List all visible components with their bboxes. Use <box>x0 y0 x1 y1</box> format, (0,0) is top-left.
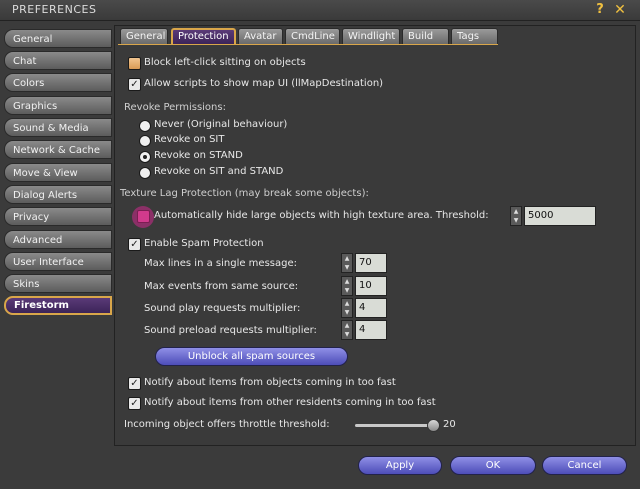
notify-residents-checkbox[interactable]: ✓ <box>128 397 141 410</box>
max-events-label: Max events from same source: <box>144 281 299 292</box>
sidebar-item-network-cache[interactable]: Network & Cache <box>4 140 112 159</box>
sidebar-item-skins[interactable]: Skins <box>4 274 112 293</box>
sidebar-item-user-interface[interactable]: User Interface <box>4 252 112 271</box>
spin-up-icon[interactable]: ▲ <box>342 299 352 308</box>
sidebar-item-advanced[interactable]: Advanced <box>4 230 112 249</box>
spin-down-icon[interactable]: ▼ <box>342 263 352 272</box>
max-lines-spinner[interactable]: ▲ ▼ <box>341 253 353 273</box>
ok-button[interactable]: OK <box>450 456 536 475</box>
spin-down-icon[interactable]: ▼ <box>342 330 352 339</box>
max-lines-label: Max lines in a single message: <box>144 258 297 269</box>
title-bar: PREFERENCES ? ✕ <box>0 0 640 21</box>
tab-build[interactable]: Build <box>402 28 449 44</box>
tab-cmdline[interactable]: CmdLine <box>285 28 340 44</box>
tab-avatar[interactable]: Avatar <box>238 28 283 44</box>
apply-button[interactable]: Apply <box>358 456 442 475</box>
throttle-slider-track[interactable] <box>355 424 435 427</box>
spam-protection-label: Enable Spam Protection <box>144 238 264 249</box>
throttle-value: 20 <box>443 419 456 430</box>
throttle-label: Incoming object offers throttle threshol… <box>124 419 330 430</box>
sidebar-item-graphics[interactable]: Graphics <box>4 96 112 115</box>
notify-objects-checkbox[interactable]: ✓ <box>128 377 141 390</box>
allow-map-label: Allow scripts to show map UI (llMapDesti… <box>144 78 384 89</box>
threshold-spinner[interactable]: ▲ ▼ <box>510 206 522 226</box>
allow-map-checkbox[interactable]: ✓ <box>128 78 141 91</box>
spin-up-icon[interactable]: ▲ <box>342 321 352 330</box>
texture-hide-checkbox[interactable] <box>137 210 150 223</box>
spin-down-icon[interactable]: ▼ <box>342 308 352 317</box>
sound-preload-label: Sound preload requests multiplier: <box>144 325 317 336</box>
throttle-slider-handle[interactable] <box>427 419 440 432</box>
sound-play-label: Sound play requests multiplier: <box>144 303 301 314</box>
tab-protection[interactable]: Protection <box>171 28 236 44</box>
threshold-input[interactable]: 5000 <box>524 206 596 226</box>
sidebar-item-colors[interactable]: Colors <box>4 73 112 92</box>
sound-preload-spinner[interactable]: ▲ ▼ <box>341 320 353 340</box>
close-icon[interactable]: ✕ <box>612 2 628 18</box>
spin-up-icon[interactable]: ▲ <box>511 207 521 216</box>
sound-preload-input[interactable]: 4 <box>355 320 387 340</box>
tab-windlight[interactable]: Windlight <box>342 28 400 44</box>
block-sit-checkbox[interactable] <box>128 57 141 70</box>
spin-up-icon[interactable]: ▲ <box>342 254 352 263</box>
notify-residents-label: Notify about items from other residents … <box>144 397 436 408</box>
window-title: PREFERENCES <box>12 3 97 16</box>
revoke-stand-label: Revoke on STAND <box>154 150 243 161</box>
sound-play-input[interactable]: 4 <box>355 298 387 318</box>
sidebar-item-privacy[interactable]: Privacy <box>4 207 112 226</box>
sound-play-spinner[interactable]: ▲ ▼ <box>341 298 353 318</box>
sidebar-item-firestorm[interactable]: Firestorm <box>4 296 112 315</box>
revoke-sit-stand-label: Revoke on SIT and STAND <box>154 166 284 177</box>
block-sit-label: Block left-click sitting on objects <box>144 57 306 68</box>
sidebar-item-sound-media[interactable]: Sound & Media <box>4 118 112 137</box>
unblock-spam-button[interactable]: Unblock all spam sources <box>155 347 348 366</box>
cancel-button[interactable]: Cancel <box>542 456 627 475</box>
revoke-sit-radio[interactable] <box>139 135 151 147</box>
max-lines-input[interactable]: 70 <box>355 253 387 273</box>
revoke-never-radio[interactable] <box>139 120 151 132</box>
spam-protection-checkbox[interactable]: ✓ <box>128 238 141 251</box>
help-icon[interactable]: ? <box>592 2 608 18</box>
tab-tags[interactable]: Tags <box>451 28 498 44</box>
revoke-stand-radio[interactable] <box>139 151 151 163</box>
tab-underline <box>118 44 498 45</box>
spin-up-icon[interactable]: ▲ <box>342 277 352 286</box>
revoke-never-label: Never (Original behaviour) <box>154 119 288 130</box>
sidebar-item-move-view[interactable]: Move & View <box>4 163 112 182</box>
tab-general[interactable]: General <box>120 28 168 44</box>
revoke-heading: Revoke Permissions: <box>124 102 226 113</box>
revoke-sit-stand-radio[interactable] <box>139 167 151 179</box>
spin-down-icon[interactable]: ▼ <box>511 216 521 225</box>
texture-heading: Texture Lag Protection (may break some o… <box>120 188 369 199</box>
sidebar-item-dialog-alerts[interactable]: Dialog Alerts <box>4 185 112 204</box>
sidebar-item-general[interactable]: General <box>4 29 112 48</box>
max-events-spinner[interactable]: ▲ ▼ <box>341 276 353 296</box>
spin-down-icon[interactable]: ▼ <box>342 286 352 295</box>
revoke-sit-label: Revoke on SIT <box>154 134 225 145</box>
notify-objects-label: Notify about items from objects coming i… <box>144 377 396 388</box>
texture-hide-label: Automatically hide large objects with hi… <box>154 210 489 221</box>
max-events-input[interactable]: 10 <box>355 276 387 296</box>
sidebar-item-chat[interactable]: Chat <box>4 51 112 70</box>
